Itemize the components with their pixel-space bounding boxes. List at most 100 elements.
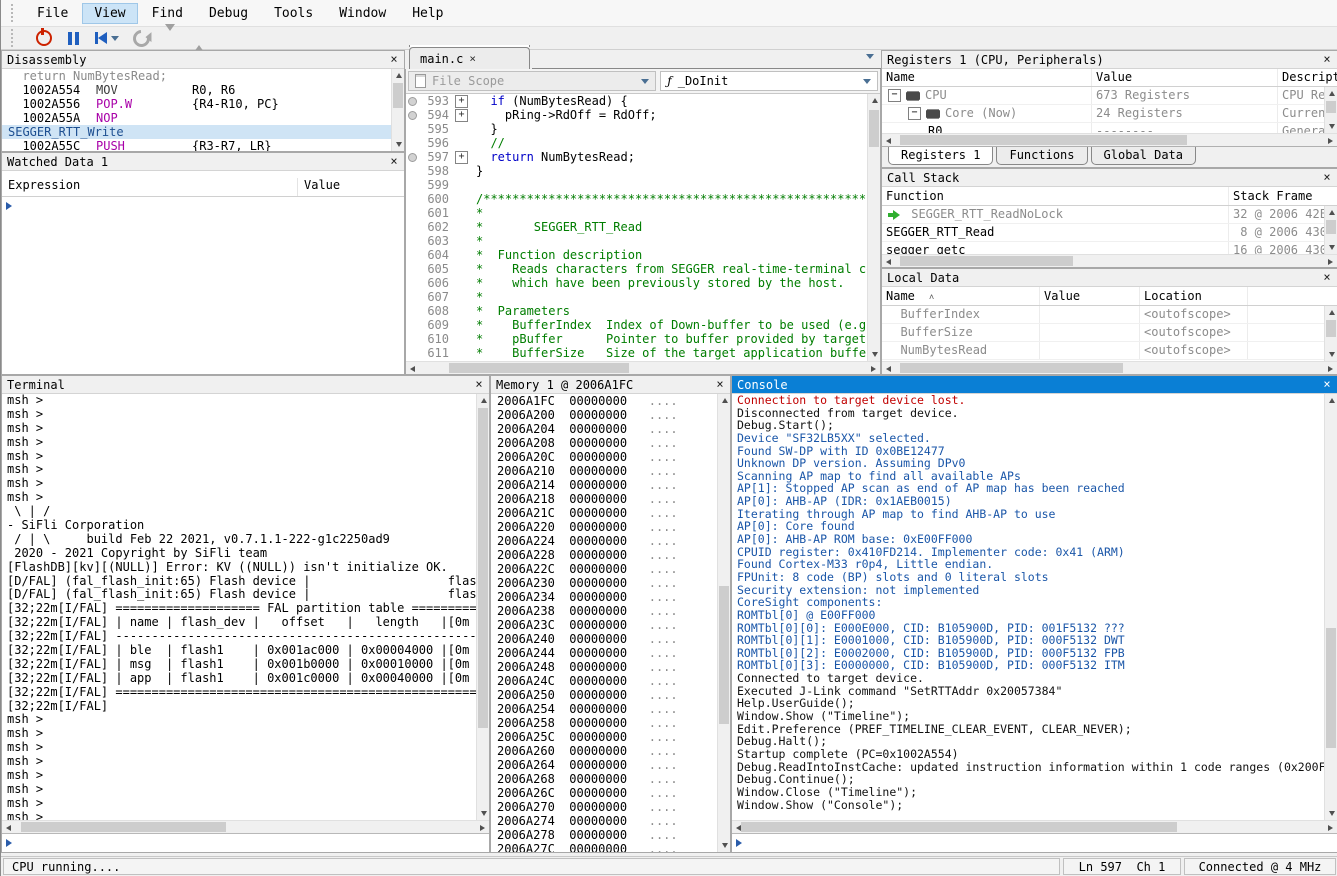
disassembly-line[interactable]: 1002A55ANOP [2,111,391,125]
halt-button[interactable] [63,29,83,47]
column-header-value[interactable]: Value [298,178,404,196]
memory-row[interactable]: 2006A204 00000000 .... [491,422,717,436]
breakpoint-dot[interactable] [408,111,417,120]
editor-line[interactable]: 601* [406,206,867,220]
reset-button[interactable] [92,29,122,47]
tab-registers-1[interactable]: Registers 1 [888,147,993,165]
memory-row[interactable]: 2006A244 00000000 .... [491,646,717,660]
fold-expand-icon[interactable]: + [455,151,468,164]
menu-debug[interactable]: Debug [197,3,260,24]
editor-line[interactable]: 593+ if (NumBytesRead) { [406,94,867,108]
column-header-location[interactable]: Location [1140,287,1248,305]
disassembly-vscrollbar[interactable] [391,69,404,151]
memory-row[interactable]: 2006A248 00000000 .... [491,660,717,674]
menu-file[interactable]: File [25,3,80,24]
breakpoint-dot[interactable] [408,153,417,162]
editor-line[interactable]: 606* which have been previously stored b… [406,276,867,290]
editor-line[interactable]: 602* SEGGER_RTT_Read [406,220,867,234]
collapse-icon[interactable]: − [888,89,901,102]
memory-row[interactable]: 2006A264 00000000 .... [491,758,717,772]
terminal-hscrollbar[interactable] [2,820,489,833]
column-header-value[interactable]: Value [1092,69,1278,86]
call-stack-row[interactable]: SEGGER_RTT_ReadNoLock32 @ 2006 42EC [882,206,1324,224]
tab-list-dropdown[interactable] [859,45,881,69]
function-dropdown[interactable]: ƒ _DoInit [660,71,878,91]
column-header-expression[interactable]: Expression [2,178,298,196]
memory-row[interactable]: 2006A270 00000000 .... [491,800,717,814]
call-stack-row[interactable]: SEGGER_RTT_Read 8 @ 2006 4300 [882,224,1324,242]
memory-vscrollbar[interactable] [717,394,730,852]
tab-functions[interactable]: Functions [996,147,1087,165]
memory-row[interactable]: 2006A1FC 00000000 .... [491,394,717,408]
memory-row[interactable]: 2006A254 00000000 .... [491,702,717,716]
memory-row[interactable]: 2006A274 00000000 .... [491,814,717,828]
registers-hscrollbar[interactable] [882,133,1337,146]
disassembly-line[interactable]: 1002A55CPUSH{R3-R7, LR} [2,139,391,151]
console-vscrollbar[interactable] [1324,394,1337,820]
memory-row[interactable]: 2006A240 00000000 .... [491,632,717,646]
disassembly-line[interactable]: return NumBytesRead; [2,69,391,83]
column-header-description[interactable]: Description [1278,69,1337,86]
memory-row[interactable]: 2006A250 00000000 .... [491,688,717,702]
registers-vscrollbar[interactable] [1324,87,1337,133]
memory-row[interactable]: 2006A268 00000000 .... [491,772,717,786]
menu-find[interactable]: Find [140,3,195,24]
disassembly-title-bar[interactable]: Disassembly × [2,51,404,69]
terminal-title-bar[interactable]: Terminal × [2,376,489,394]
console-title-bar[interactable]: Console × [732,376,1337,394]
menu-help[interactable]: Help [400,3,455,24]
disassembly-line[interactable]: SEGGER_RTT_Write [2,125,391,139]
memory-row[interactable]: 2006A238 00000000 .... [491,604,717,618]
close-tab-icon[interactable]: × [469,52,476,65]
editor-line[interactable]: 609* BufferIndex Index of Down-buffer to… [406,318,867,332]
memory-title-bar[interactable]: Memory 1 @ 2006A1FC × [491,376,730,394]
editor-line[interactable]: 610* pBuffer Pointer to buffer provided … [406,332,867,346]
memory-row[interactable]: 2006A25C 00000000 .... [491,730,717,744]
editor-line[interactable]: 611* BufferSize Size of the target appli… [406,346,867,360]
memory-row[interactable]: 2006A23C 00000000 .... [491,618,717,632]
download-button[interactable] [160,29,180,47]
disassembly-line[interactable]: 1002A554MOVR0, R6 [2,83,391,97]
register-row[interactable]: −Core (Now)24 RegistersCurrent [882,105,1324,123]
column-header-extra[interactable] [1248,287,1337,305]
column-header-name[interactable]: Name [882,69,1092,86]
console-hscrollbar[interactable] [732,820,1337,833]
file-scope-dropdown[interactable]: File Scope [408,71,656,91]
memory-row[interactable]: 2006A224 00000000 .... [491,534,717,548]
local-data-row[interactable]: BufferSize<outofscope> [882,324,1324,342]
close-icon[interactable]: × [1320,52,1334,67]
editor-vscrollbar[interactable] [867,94,880,361]
column-header-stack-frame[interactable]: Stack Frame [1229,187,1337,205]
memory-row[interactable]: 2006A230 00000000 .... [491,576,717,590]
refresh-button[interactable] [131,29,151,47]
memory-row[interactable]: 2006A260 00000000 .... [491,744,717,758]
memory-row[interactable]: 2006A220 00000000 .... [491,520,717,534]
editor-line[interactable]: 604* Function description [406,248,867,262]
close-icon[interactable]: × [387,52,401,67]
watched-data-title-bar[interactable]: Watched Data 1 × [2,153,404,171]
call-stack-vscrollbar[interactable] [1324,206,1337,254]
local-data-row[interactable]: BufferIndex<outofscope> [882,306,1324,324]
menu-tools[interactable]: Tools [262,3,325,24]
power-button[interactable] [34,29,54,47]
editor-line[interactable]: 596 // [406,136,867,150]
close-icon[interactable]: × [1320,377,1334,392]
editor-hscrollbar[interactable] [406,361,880,374]
memory-row[interactable]: 2006A210 00000000 .... [491,464,717,478]
register-row[interactable]: R0--------General [882,123,1324,133]
close-icon[interactable]: × [1320,170,1334,185]
memory-row[interactable]: 2006A258 00000000 .... [491,716,717,730]
editor-line[interactable]: 603* [406,234,867,248]
upload-button[interactable] [189,29,209,47]
reset-options-dropdown-icon[interactable] [111,36,119,41]
fold-expand-icon[interactable]: + [455,109,468,122]
editor-line[interactable]: 597+ return NumBytesRead; [406,150,867,164]
local-data-title-bar[interactable]: Local Data × [882,269,1337,287]
memory-row[interactable]: 2006A200 00000000 .... [491,408,717,422]
memory-row[interactable]: 2006A20C 00000000 .... [491,450,717,464]
column-header-name[interactable]: Name˄ [882,287,1040,305]
editor-line[interactable]: 599 [406,178,867,192]
close-icon[interactable]: × [472,377,486,392]
editor-line[interactable]: 607* [406,290,867,304]
close-icon[interactable]: × [387,154,401,169]
